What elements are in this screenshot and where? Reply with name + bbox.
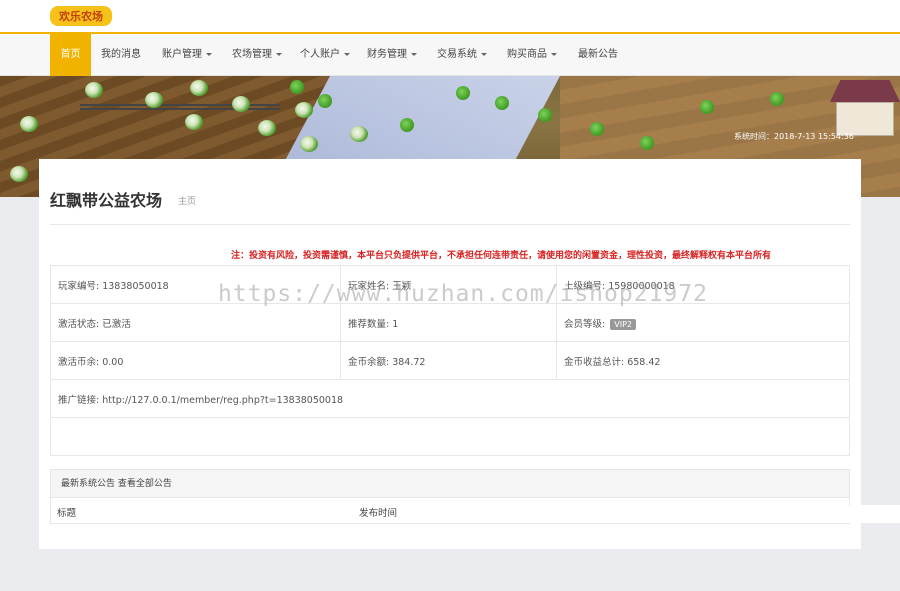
crop-icon — [20, 116, 38, 132]
content-panel: 红飘带公益农场 主页 注：投资有风险，投资需谨慎，本平台只负提供平台，不承担任何… — [39, 159, 861, 549]
crop-icon — [295, 102, 313, 118]
divider — [50, 224, 850, 225]
crop-icon — [185, 114, 203, 130]
gold-income-cell: 金币收益总计: 658.42 — [556, 341, 850, 380]
nav-item-personal[interactable]: 个人账户 — [300, 34, 350, 76]
bottom-strip — [665, 505, 900, 523]
right-margin — [861, 197, 900, 591]
nav-item-news[interactable]: 最新公告 — [578, 34, 618, 76]
nav-item-messages[interactable]: 我的消息 — [101, 34, 141, 76]
vip-badge: VIP2 — [610, 318, 636, 330]
table-row: 推广链接: http://127.0.0.1/member/reg.php?t=… — [50, 379, 850, 418]
chevron-down-icon — [481, 52, 487, 56]
nav-item-trade[interactable]: 交易系统 — [437, 34, 487, 76]
chevron-down-icon — [276, 52, 282, 56]
chevron-down-icon — [206, 52, 212, 56]
crop-icon — [145, 92, 163, 108]
logo[interactable]: 欢乐农场 — [50, 4, 112, 28]
column-publish-time: 发布时间 — [359, 508, 398, 519]
member-level-cell: 会员等级: VIP2 — [556, 303, 850, 342]
announcement-header[interactable]: 最新系统公告 查看全部公告 — [51, 470, 849, 498]
nav-item-finance[interactable]: 财务管理 — [367, 34, 417, 76]
page-title: 红飘带公益农场 — [50, 191, 163, 210]
watermark: https://www.huzhan.com/ishop21972 — [218, 281, 708, 307]
tree-icon — [590, 122, 604, 136]
empty-cell — [50, 417, 850, 456]
chevron-down-icon — [344, 52, 350, 56]
crop-icon — [300, 136, 318, 152]
risk-notice: 注：投资有风险，投资需谨慎，本平台只负提供平台，不承担任何连带责任，请使用您的闲… — [231, 251, 772, 261]
gold-balance-cell: 金币余额: 384.72 — [340, 341, 557, 380]
promo-link-cell[interactable]: 推广链接: http://127.0.0.1/member/reg.php?t=… — [50, 379, 850, 418]
referral-count-cell: 推荐数量: 1 — [340, 303, 557, 342]
activation-status-cell: 激活状态: 已激活 — [50, 303, 341, 342]
banner-fence — [80, 104, 280, 110]
main-nav: 首页 我的消息 账户管理 农场管理 个人账户 财务管理 交易系统 购买商品 最新… — [0, 34, 900, 76]
tree-icon — [318, 94, 332, 108]
nav-item-shop[interactable]: 购买商品 — [507, 34, 557, 76]
crop-icon — [350, 126, 368, 142]
table-row — [50, 417, 850, 456]
tree-icon — [400, 118, 414, 132]
column-title: 标题 — [57, 508, 77, 519]
tree-icon — [538, 108, 552, 122]
chevron-down-icon — [551, 52, 557, 56]
top-bar: 欢乐农场 — [0, 0, 900, 34]
table-row: 激活状态: 已激活 推荐数量: 1 会员等级: VIP2 — [50, 303, 850, 342]
chevron-down-icon — [411, 52, 417, 56]
crop-icon — [10, 166, 28, 182]
tree-icon — [290, 80, 304, 94]
crop-icon — [85, 82, 103, 98]
nav-item-farm[interactable]: 农场管理 — [232, 34, 282, 76]
nav-item-account[interactable]: 账户管理 — [162, 34, 212, 76]
breadcrumb: 主页 — [178, 197, 197, 207]
tree-icon — [495, 96, 509, 110]
crop-icon — [190, 80, 208, 96]
activation-balance-cell: 激活币余: 0.00 — [50, 341, 341, 380]
table-row: 激活币余: 0.00 金币余额: 384.72 金币收益总计: 658.42 — [50, 341, 850, 380]
crop-icon — [232, 96, 250, 112]
tree-icon — [770, 92, 784, 106]
tree-icon — [456, 86, 470, 100]
tree-icon — [700, 100, 714, 114]
crop-icon — [258, 120, 276, 136]
tree-icon — [640, 136, 654, 150]
svg-text:欢乐农场: 欢乐农场 — [58, 9, 103, 23]
system-time: 系统时间：2018-7-13 15:54:36 — [734, 132, 854, 141]
nav-item-home[interactable]: 首页 — [50, 34, 91, 76]
